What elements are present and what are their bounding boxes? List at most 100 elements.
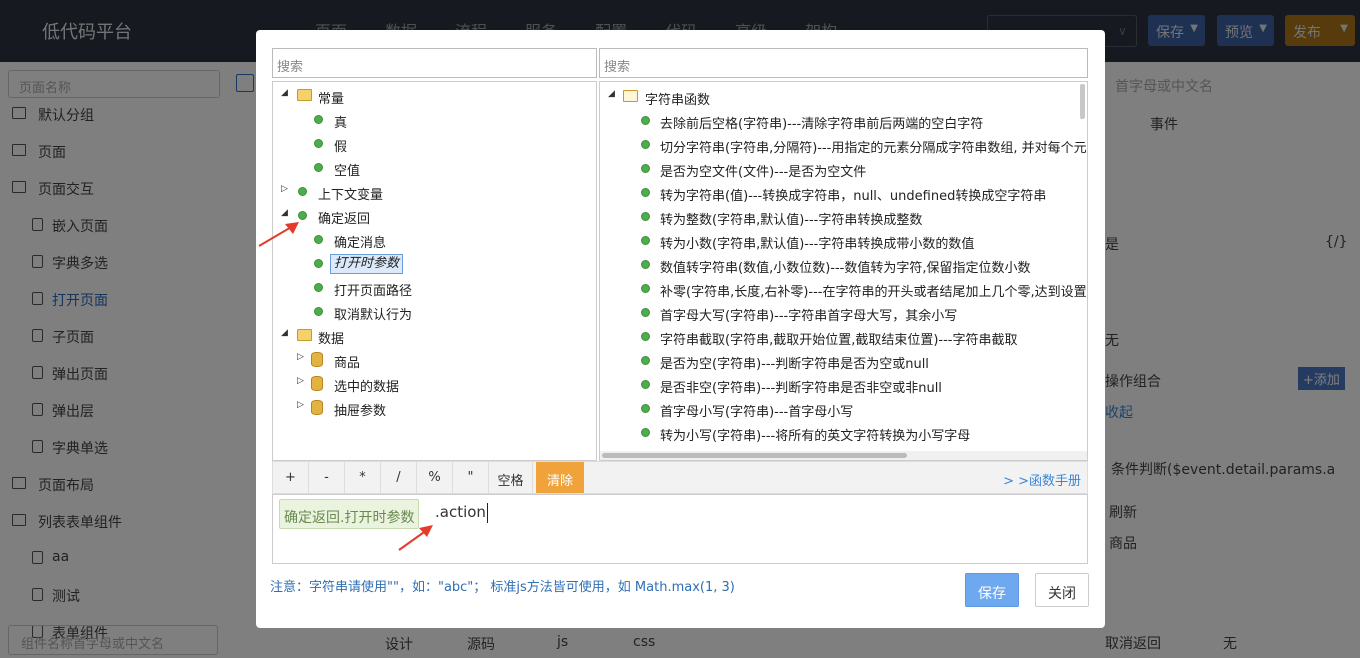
operator-minus-button[interactable]: - (309, 462, 345, 493)
operator-multiply-button[interactable]: * (345, 462, 381, 493)
tree-node-label: 数据 (318, 332, 345, 347)
function-dot-icon (641, 380, 650, 389)
function-item[interactable]: 转为整数(字符串,默认值)---字符串转换成整数 (600, 205, 1080, 229)
expand-toggle-icon[interactable]: ▷ (297, 400, 304, 410)
function-item-label: 转为小数(字符串,默认值)---字符串转换成带小数的数值 (660, 237, 975, 252)
tree-node[interactable]: 空值 (273, 156, 593, 180)
function-dot-icon (641, 236, 650, 245)
function-item-label: 转为字符串(值)---转换成字符串，null、undefined转换成空字符串 (660, 189, 1047, 204)
tree-node[interactable]: 打开页面路径 (273, 276, 593, 300)
function-item-label: 是否非空(字符串)---判断字符串是否非空或非null (660, 381, 942, 396)
function-item[interactable]: 转为小写(字符串)---将所有的英文字符转换为小写字母 (600, 421, 1080, 445)
node-dot-icon (298, 211, 307, 220)
tree-node-label: 真 (334, 116, 348, 131)
function-item[interactable]: 是否为空文件(文件)---是否为空文件 (600, 157, 1080, 181)
function-dot-icon (641, 284, 650, 293)
expression-input[interactable]: 确定返回.打开时参数 .action (272, 494, 1088, 564)
expand-toggle-icon[interactable]: ◢ (281, 328, 288, 338)
function-item[interactable]: 字符串截取(字符串,截取开始位置,截取结束位置)---字符串截取 (600, 325, 1080, 349)
folder-icon (297, 89, 312, 101)
operator-quote-button[interactable]: " (453, 462, 489, 493)
tree-node-label: 确定消息 (334, 236, 387, 251)
expression-editor-dialog: 搜索 搜索 ◢ 常量真假空值 ▷ 上下文变量 ◢ 确定返回确定消息打开时参数打开页面路径取… (256, 30, 1105, 628)
clear-button[interactable]: 清除 (536, 462, 584, 493)
tree-node[interactable]: 真 (273, 108, 593, 132)
function-item-label: 是否为空(字符串)---判断字符串是否为空或null (660, 357, 929, 372)
tree-node-label: 抽屉参数 (334, 404, 387, 419)
folder-open-icon (623, 90, 638, 102)
function-item-label: 首字母小写(字符串)---首字母小写 (660, 405, 854, 420)
tree-node-label: 假 (334, 140, 348, 155)
database-icon (311, 400, 323, 415)
function-dot-icon (641, 212, 650, 221)
tree-node[interactable]: ▷ 商品 (273, 348, 593, 372)
operator-modulo-button[interactable]: % (417, 462, 453, 493)
tree-node[interactable]: ▷ 选中的数据 (273, 372, 593, 396)
node-dot-icon (314, 307, 323, 316)
node-dot-icon (314, 235, 323, 244)
function-dot-icon (641, 140, 650, 149)
function-item[interactable]: 是否为空(字符串)---判断字符串是否为空或null (600, 349, 1080, 373)
tree-node-label: 上下文变量 (318, 188, 384, 203)
tree-node-label: 商品 (334, 356, 361, 371)
function-item-label: 转为小写(字符串)---将所有的英文字符转换为小写字母 (660, 429, 971, 444)
tree-node[interactable]: 假 (273, 132, 593, 156)
horizontal-scrollbar[interactable] (600, 451, 1087, 460)
function-item-label: 首字母大写(字符串)---字符串首字母大写，其余小写 (660, 309, 958, 324)
tree-node[interactable]: ◢ 常量 (273, 84, 593, 108)
variable-search-input[interactable]: 搜索 (272, 48, 597, 78)
function-item[interactable]: 转为字符串(值)---转换成字符串，null、undefined转换成空字符串 (600, 181, 1080, 205)
tree-node[interactable]: 取消默认行为 (273, 300, 593, 324)
node-dot-icon (298, 187, 307, 196)
tree-node-label: 取消默认行为 (334, 308, 413, 323)
expand-toggle-icon[interactable]: ▷ (297, 376, 304, 386)
function-dot-icon (641, 332, 650, 341)
function-item-label: 是否为空文件(文件)---是否为空文件 (660, 165, 867, 180)
expand-toggle-icon[interactable]: ◢ (281, 208, 288, 218)
function-item[interactable]: 补零(字符串,长度,右补零)---在字符串的开头或者结尾加上几个零,达到设置 (600, 277, 1087, 301)
function-group-label: 字符串函数 (645, 93, 711, 108)
node-dot-icon (314, 259, 323, 268)
tree-node[interactable]: 打开时参数 (273, 252, 593, 276)
tree-node[interactable]: ◢ 数据 (273, 324, 593, 348)
function-item[interactable]: 首字母大写(字符串)---字符串首字母大写，其余小写 (600, 301, 1080, 325)
expression-token[interactable]: 确定返回.打开时参数 (279, 499, 420, 529)
function-item-label: 切分字符串(字符串,分隔符)---用指定的元素分隔成字符串数组, 并对每个元 (660, 141, 1087, 156)
function-item-label: 补零(字符串,长度,右补零)---在字符串的开头或者结尾加上几个零,达到设置 (660, 285, 1087, 300)
tree-node-label: 打开时参数 (330, 254, 404, 274)
function-item[interactable]: 数值转字符串(数值,小数位数)---数值转为字符,保留指定位数小数 (600, 253, 1080, 277)
operator-plus-button[interactable]: + (273, 462, 309, 493)
function-dot-icon (641, 188, 650, 197)
tree-node[interactable]: ◢ 确定返回 (273, 204, 593, 228)
space-button[interactable]: 空格 (489, 462, 533, 493)
operator-divide-button[interactable]: / (381, 462, 417, 493)
dialog-save-button[interactable]: 保存 (965, 573, 1019, 607)
tree-node[interactable]: ▷ 上下文变量 (273, 180, 593, 204)
tree-node-label: 打开页面路径 (334, 284, 413, 299)
function-search-input[interactable]: 搜索 (599, 48, 1088, 78)
expand-toggle-icon[interactable]: ▷ (281, 184, 288, 194)
function-manual-link[interactable]: > >函数手册 (1003, 470, 1081, 489)
dialog-close-button[interactable]: 关闭 (1035, 573, 1089, 607)
function-group-string[interactable]: ◢ 字符串函数 (600, 85, 1080, 109)
expand-toggle-icon[interactable]: ▷ (297, 352, 304, 362)
scrollbar-thumb[interactable] (602, 453, 907, 458)
usage-note: 注意：字符串请使用""，如："abc"； 标准js方法皆可使用，如 Math.m… (270, 580, 735, 595)
function-item-label: 数值转字符串(数值,小数位数)---数值转为字符,保留指定位数小数 (660, 261, 1031, 276)
folder-icon (297, 329, 312, 341)
function-dot-icon (641, 308, 650, 317)
tree-node[interactable]: ▷ 抽屉参数 (273, 396, 593, 420)
function-item-label: 去除前后空格(字符串)---清除字符串前后两端的空白字符 (660, 117, 984, 132)
expand-toggle-icon[interactable]: ◢ (608, 89, 615, 99)
expand-toggle-icon[interactable]: ◢ (281, 88, 288, 98)
tree-node-label: 常量 (318, 92, 345, 107)
function-item[interactable]: 首字母小写(字符串)---首字母小写 (600, 397, 1080, 421)
tree-node[interactable]: 确定消息 (273, 228, 593, 252)
function-item[interactable]: 去除前后空格(字符串)---清除字符串前后两端的空白字符 (600, 109, 1080, 133)
node-dot-icon (314, 139, 323, 148)
function-item[interactable]: 切分字符串(字符串,分隔符)---用指定的元素分隔成字符串数组, 并对每个元 (600, 133, 1087, 157)
vertical-scrollbar[interactable] (1080, 84, 1085, 119)
function-item[interactable]: 转为小数(字符串,默认值)---字符串转换成带小数的数值 (600, 229, 1080, 253)
node-dot-icon (314, 283, 323, 292)
function-item[interactable]: 是否非空(字符串)---判断字符串是否非空或非null (600, 373, 1080, 397)
